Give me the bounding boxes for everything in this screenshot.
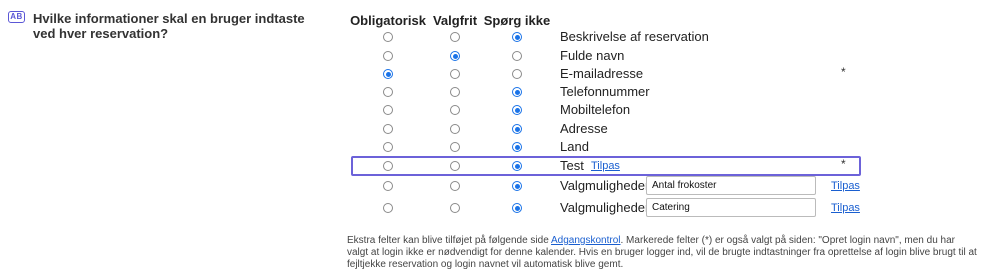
field-row: E-mailadresse * — [0, 65, 984, 83]
radio-obligatorisk[interactable] — [383, 51, 393, 61]
column-header-valgfrit: Valgfrit — [432, 13, 478, 28]
radio-sporg-ikke[interactable] — [512, 32, 522, 42]
field-row: Beskrivelse af reservation — [0, 28, 984, 46]
field-label: Valgmuligheder: — [560, 178, 653, 193]
footer-note: Ekstra felter kan blive tilføjet på følg… — [347, 235, 977, 271]
radio-valgfrit[interactable] — [450, 51, 460, 61]
test-row-highlight — [351, 156, 861, 176]
radio-valgfrit[interactable] — [450, 181, 460, 191]
field-label: Mobiltelefon — [560, 102, 631, 117]
tilpas-link[interactable]: Tilpas — [831, 202, 860, 214]
radio-obligatorisk[interactable] — [383, 87, 393, 97]
question-icon: AB — [8, 11, 25, 23]
radio-sporg-ikke[interactable] — [512, 51, 522, 61]
field-label: Beskrivelse af reservation — [560, 29, 709, 44]
column-header-sporg-ikke: Spørg ikke — [483, 13, 551, 28]
radio-sporg-ikke[interactable] — [512, 69, 522, 79]
radio-obligatorisk[interactable] — [383, 32, 393, 42]
field-label: Valgmuligheder: — [560, 200, 653, 215]
field-label: Adresse — [560, 121, 608, 136]
radio-obligatorisk[interactable] — [383, 142, 393, 152]
field-row: Mobiltelefon — [0, 101, 984, 119]
radio-valgfrit[interactable] — [450, 32, 460, 42]
required-marker: * — [841, 65, 846, 79]
valgmuligheder-input[interactable] — [646, 176, 816, 195]
radio-valgfrit[interactable] — [450, 203, 460, 213]
field-row: Valgmuligheder: Tilpas — [0, 176, 984, 195]
field-label: Land — [560, 139, 589, 154]
field-label: Telefonnummer — [560, 84, 650, 99]
field-label: Fulde navn — [560, 48, 625, 63]
radio-sporg-ikke[interactable] — [512, 87, 522, 97]
radio-valgfrit[interactable] — [450, 69, 460, 79]
radio-sporg-ikke[interactable] — [512, 142, 522, 152]
radio-valgfrit[interactable] — [450, 124, 460, 134]
radio-sporg-ikke[interactable] — [512, 124, 522, 134]
field-row: Valgmuligheder: Tilpas — [0, 198, 984, 217]
valgmuligheder-input[interactable] — [646, 198, 816, 217]
radio-valgfrit[interactable] — [450, 105, 460, 115]
field-label: E-mailadresse — [560, 66, 644, 81]
radio-sporg-ikke[interactable] — [512, 181, 522, 191]
radio-valgfrit[interactable] — [450, 87, 460, 97]
radio-obligatorisk[interactable] — [383, 69, 393, 79]
field-row: Telefonnummer — [0, 83, 984, 101]
radio-obligatorisk[interactable] — [383, 124, 393, 134]
footer-text-before: Ekstra felter kan blive tilføjet på følg… — [347, 235, 551, 246]
radio-obligatorisk[interactable] — [383, 181, 393, 191]
radio-sporg-ikke[interactable] — [512, 203, 522, 213]
field-row: Land — [0, 138, 984, 156]
field-row: Fulde navn — [0, 47, 984, 65]
radio-obligatorisk[interactable] — [383, 105, 393, 115]
radio-sporg-ikke[interactable] — [512, 105, 522, 115]
column-header-obligatorisk: Obligatorisk — [350, 13, 426, 28]
adgangskontrol-link[interactable]: Adgangskontrol — [551, 235, 621, 246]
radio-obligatorisk[interactable] — [383, 203, 393, 213]
field-row: Adresse — [0, 120, 984, 138]
radio-valgfrit[interactable] — [450, 142, 460, 152]
tilpas-link[interactable]: Tilpas — [831, 180, 860, 192]
